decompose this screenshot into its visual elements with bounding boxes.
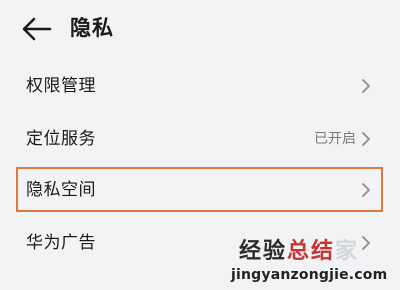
chevron-right-icon <box>362 79 370 93</box>
chevron-right-icon <box>362 132 370 146</box>
watermark-text-part3: 家 <box>335 238 360 264</box>
settings-item-label: 定位服务 <box>26 129 96 149</box>
settings-item-location-services[interactable]: 定位服务 已开启 <box>0 114 400 164</box>
arrow-left-icon[interactable] <box>20 14 52 44</box>
watermark-text-part1: 经验 <box>239 238 288 264</box>
settings-item-status: 已开启 <box>314 131 356 147</box>
watermark-url: jingyanzongjie.com <box>231 267 388 283</box>
settings-item-label: 权限管理 <box>26 76 96 96</box>
highlight-frame <box>16 167 383 212</box>
watermark-text-part2: 总结 <box>287 238 336 264</box>
settings-item-label: 华为广告 <box>26 233 96 253</box>
watermark-title: 经验总结家 <box>239 238 359 264</box>
settings-item-permission-management[interactable]: 权限管理 <box>0 61 400 111</box>
header-bar: 隐私 <box>0 0 400 58</box>
watermark: 经验总结家 jingyanzongjie.com <box>231 232 399 288</box>
page-title: 隐私 <box>70 16 114 40</box>
